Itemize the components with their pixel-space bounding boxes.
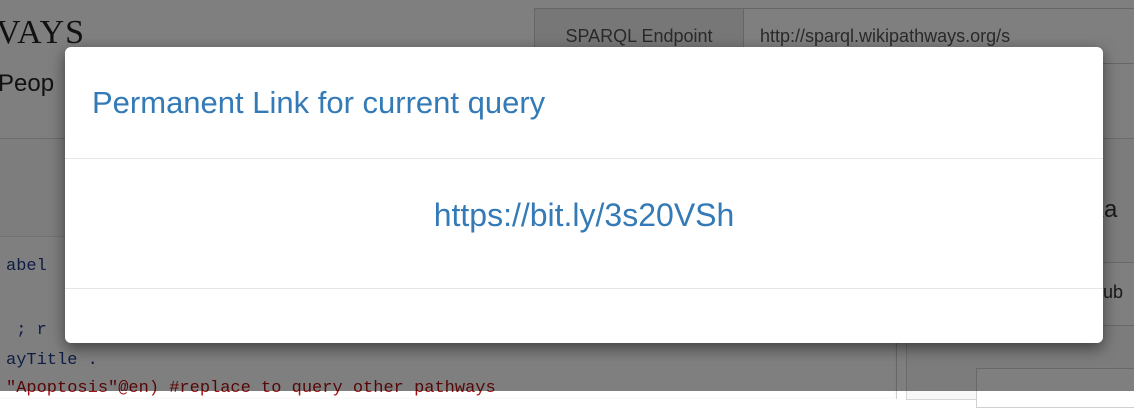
modal-header: Permanent Link for current query xyxy=(65,47,1103,159)
permalink-link[interactable]: https://bit.ly/3s20VSh xyxy=(434,197,735,234)
modal-title: Permanent Link for current query xyxy=(92,84,546,120)
permalink-modal: Permanent Link for current query https:/… xyxy=(65,47,1103,343)
modal-footer xyxy=(65,289,1103,343)
modal-body: https://bit.ly/3s20VSh xyxy=(65,159,1103,289)
